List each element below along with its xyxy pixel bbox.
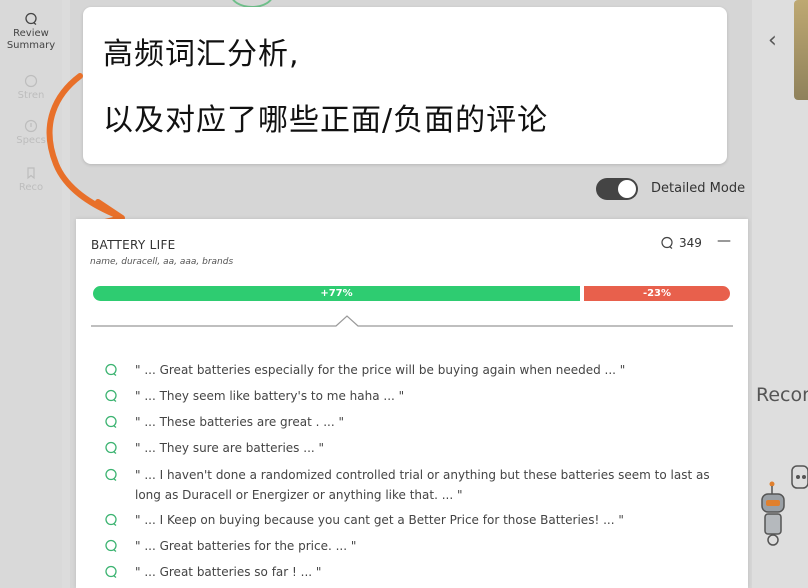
detailed-mode-label: Detailed Mode <box>651 181 746 196</box>
quote-item[interactable]: " ... I haven't done a randomized contro… <box>104 465 724 505</box>
quote-text: " ... They sure are batteries ... " <box>135 441 325 455</box>
robot-icon <box>761 465 808 546</box>
quote-text: " ... Great batteries so far ! ... " <box>135 565 322 579</box>
collapse-button[interactable]: — <box>717 233 731 249</box>
quote-text: " ... I haven't done a randomized contro… <box>135 468 710 502</box>
quote-text: " ... They seem like battery's to me hah… <box>135 389 405 403</box>
detailed-mode-toggle[interactable] <box>596 178 638 200</box>
positive-sentiment-bar[interactable]: +77% <box>93 286 580 301</box>
quote-text: " ... Great batteries especially for the… <box>135 363 626 377</box>
pointer-divider <box>91 315 733 327</box>
topic-title: BATTERY LIFE <box>91 238 176 252</box>
chat-bubble-icon <box>25 12 37 26</box>
nav-review-summary-label-1: Review <box>13 28 49 39</box>
mention-count: 349 <box>660 236 702 250</box>
quote-bubble-icon <box>105 389 117 403</box>
annotation-line-2: 以及对应了哪些正面/负面的评论 <box>103 103 549 138</box>
quote-item[interactable]: " ... Great batteries so far ! ... " <box>104 562 724 582</box>
topic-card: BATTERY LIFE name, duracell, aa, aaa, br… <box>76 219 748 588</box>
recommendations-title: Recon <box>756 384 808 406</box>
quote-bubble-icon <box>105 415 117 429</box>
quote-text: " ... I Keep on buying because you cant … <box>135 513 624 527</box>
quote-bubble-icon <box>105 513 117 527</box>
mention-count-value: 349 <box>679 236 702 250</box>
quote-item[interactable]: " ... Great batteries especially for the… <box>104 360 724 380</box>
topic-keywords: name, duracell, aa, aaa, brands <box>90 257 234 267</box>
chevron-left-icon[interactable]: ‹ <box>768 28 777 53</box>
quote-item[interactable]: " ... I Keep on buying because you cant … <box>104 510 724 530</box>
product-image-thumbnail <box>794 0 808 100</box>
comment-icon <box>661 236 673 249</box>
annotation-callout: 高频词汇分析, 以及对应了哪些正面/负面的评论 <box>83 7 727 164</box>
nav-review-summary-label-2: Summary <box>6 40 56 51</box>
quote-item[interactable]: " ... These batteries are great . ... " <box>104 412 724 432</box>
quote-item[interactable]: " ... They seem like battery's to me hah… <box>104 386 724 406</box>
quote-text: " ... These batteries are great . ... " <box>135 415 345 429</box>
annotation-arrow-icon <box>46 73 125 227</box>
quote-text: " ... Great batteries for the price. ...… <box>135 539 357 553</box>
quote-bubble-icon <box>105 468 117 482</box>
quote-bubble-icon <box>105 441 117 455</box>
quote-bubble-icon <box>105 363 117 377</box>
quote-bubble-icon <box>105 539 117 553</box>
negative-sentiment-bar[interactable]: -23% <box>584 286 730 301</box>
quote-item[interactable]: " ... They sure are batteries ... " <box>104 438 724 458</box>
nav-review-summary[interactable]: Review Summary <box>0 12 62 52</box>
quote-bubble-icon <box>105 565 117 579</box>
quote-item[interactable]: " ... Great batteries for the price. ...… <box>104 536 724 556</box>
